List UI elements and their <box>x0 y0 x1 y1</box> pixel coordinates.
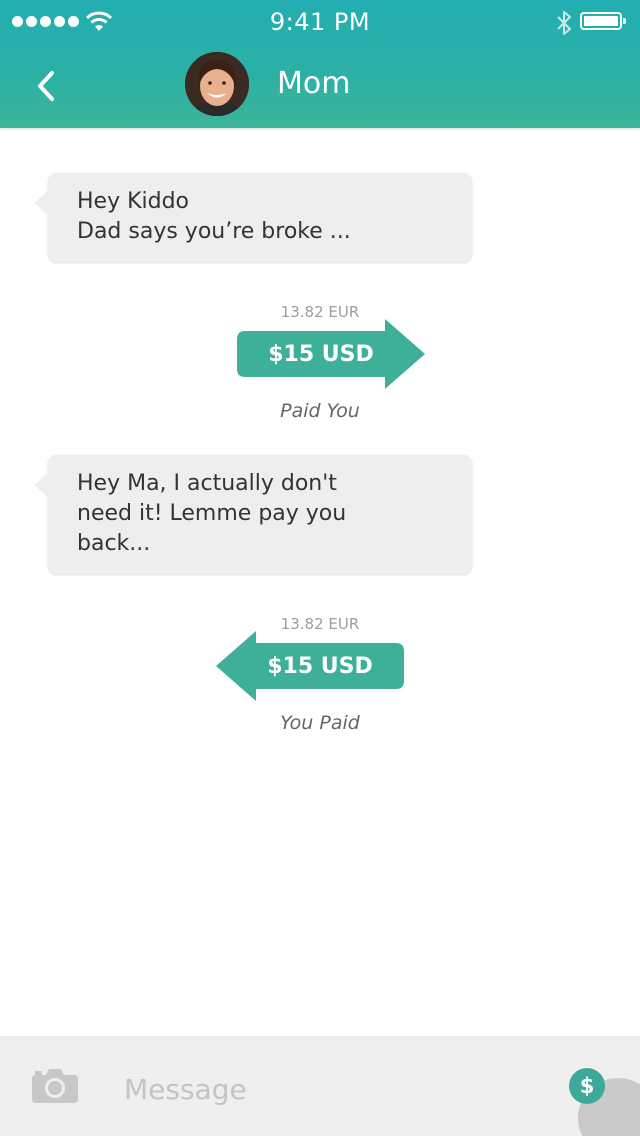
back-chevron-icon <box>38 71 54 101</box>
status-time: 9:41 PM <box>269 8 371 36</box>
payment-sent-arrow[interactable]: $15 USD <box>216 631 404 701</box>
message-bubble: Hey Ma, I actually don't need it! Lemme … <box>34 455 472 574</box>
dollar-icon: $ <box>579 1074 595 1098</box>
message-line: back... <box>77 531 151 556</box>
message-bubble: Hey Kiddo Dad says you’re broke ... <box>34 173 472 262</box>
message-line: Hey Kiddo <box>77 189 190 214</box>
battery-icon <box>580 12 626 30</box>
message-line: Hey Ma, I actually don't <box>77 471 337 496</box>
pay-button[interactable]: $ <box>569 1068 605 1104</box>
message-line: need it! Lemme pay you <box>77 501 347 526</box>
payment-amount: $15 USD <box>267 653 373 679</box>
payment-received-arrow[interactable]: $15 USD <box>237 319 425 389</box>
avatar-photo <box>185 52 249 116</box>
bluetooth-icon <box>557 11 571 35</box>
payment-caption: You Paid <box>280 712 360 734</box>
message-line: Dad says you’re broke ... <box>77 219 351 244</box>
back-button[interactable] <box>26 64 66 108</box>
status-bar: 9:41 PM <box>0 0 640 44</box>
nav-header: 9:41 PM Mom <box>0 0 640 128</box>
payment-caption: Paid You <box>280 400 360 422</box>
contact-name[interactable]: Mom <box>277 62 350 106</box>
camera-icon <box>32 1069 78 1103</box>
payment-amount: $15 USD <box>268 341 374 367</box>
camera-button[interactable] <box>32 1067 78 1107</box>
contact-avatar[interactable] <box>185 52 249 116</box>
message-input[interactable] <box>110 1062 530 1116</box>
